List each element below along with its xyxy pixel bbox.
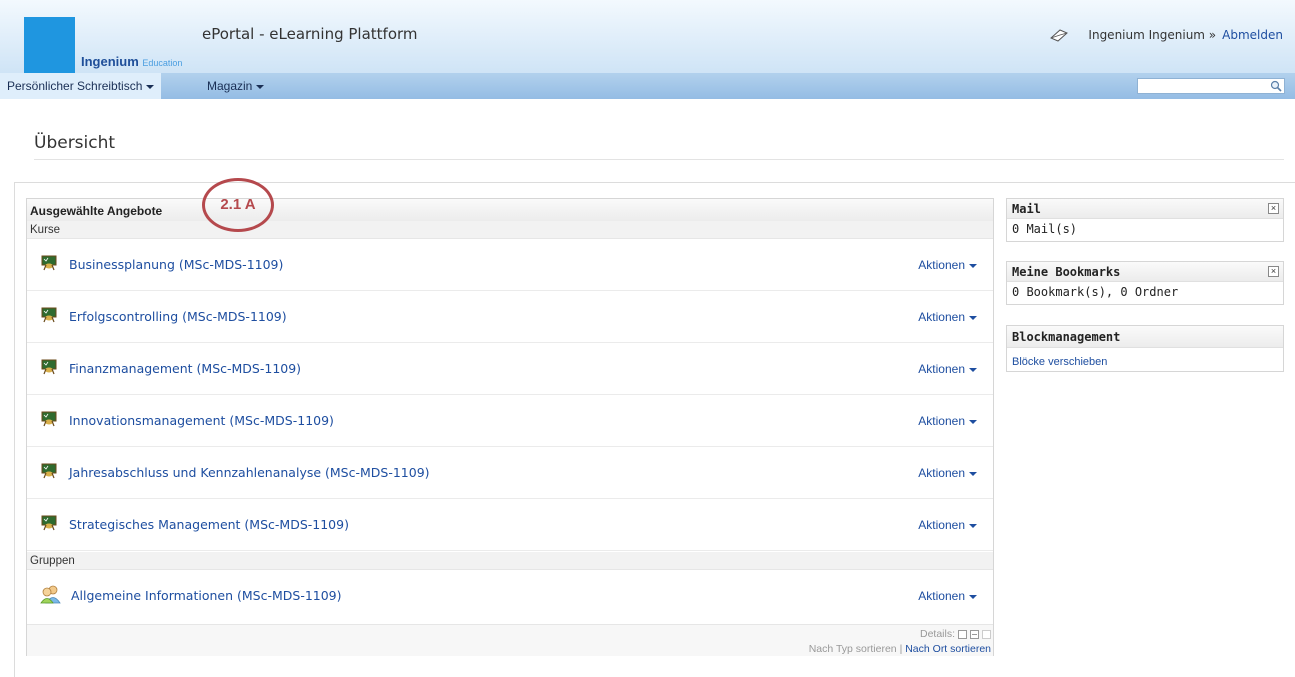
chevron-down-icon	[969, 419, 977, 424]
search-input[interactable]	[1138, 80, 1272, 94]
annotation-label: 2.1 A	[220, 196, 256, 213]
course-icon	[41, 411, 57, 427]
chevron-down-icon	[969, 367, 977, 372]
bookmarks-count: 0 Bookmark(s), 0 Ordner	[1012, 285, 1179, 299]
course-link[interactable]: Jahresabschluss und Kennzahlenanalyse (M…	[69, 465, 430, 480]
actions-dropdown[interactable]: Aktionen	[918, 310, 977, 324]
sort-by-type[interactable]: Nach Typ sortieren |	[809, 643, 903, 655]
bookmarks-block: Meine Bookmarks × 0 Bookmark(s), 0 Ordne…	[1006, 261, 1284, 305]
logo-text: Ingenium Education	[81, 54, 182, 69]
logo-brand: Ingenium	[81, 54, 139, 69]
block-management-title: Blockmanagement	[1012, 330, 1121, 344]
logo-sub: Education	[142, 58, 183, 68]
chevron-down-icon	[969, 523, 977, 528]
course-icon	[41, 307, 57, 323]
logout-link[interactable]: Abmelden	[1222, 28, 1283, 42]
page-title: Übersicht	[34, 133, 116, 153]
user-name: Ingenium Ingenium »	[1088, 28, 1217, 42]
actions-dropdown[interactable]: Aktionen	[918, 362, 977, 376]
mail-count: 0 Mail(s)	[1012, 222, 1078, 236]
chevron-down-icon	[969, 594, 977, 599]
actions-dropdown[interactable]: Aktionen	[918, 258, 977, 272]
actions-label: Aktionen	[918, 589, 965, 603]
details-label: Details:	[919, 628, 955, 640]
view-minimal-icon[interactable]	[958, 629, 967, 639]
mail-block-title: Mail	[1012, 202, 1041, 216]
close-icon[interactable]: ×	[1268, 266, 1279, 277]
actions-dropdown[interactable]: Aktionen	[918, 518, 977, 532]
main-menu: Persönlicher Schreibtisch Magazin	[0, 73, 1295, 99]
actions-label: Aktionen	[918, 310, 965, 324]
course-icon	[41, 359, 57, 375]
group-link[interactable]: Allgemeine Informationen (MSc-MDS-1109)	[71, 588, 342, 603]
menu-magazin-label: Magazin	[207, 79, 253, 93]
course-link[interactable]: Erfolgscontrolling (MSc-MDS-1109)	[69, 309, 287, 324]
details-switcher: Details:	[920, 628, 991, 640]
course-row: Finanzmanagement (MSc-MDS-1109) Aktionen	[27, 343, 993, 395]
actions-label: Aktionen	[918, 258, 965, 272]
course-link[interactable]: Innovationsmanagement (MSc-MDS-1109)	[69, 413, 334, 428]
actions-dropdown[interactable]: Aktionen	[918, 414, 977, 428]
bookmarks-block-header: Meine Bookmarks ×	[1007, 262, 1283, 282]
bookmarks-block-title: Meine Bookmarks	[1012, 265, 1121, 279]
move-blocks-link[interactable]: Blöcke verschieben	[1012, 356, 1107, 368]
group-row: Allgemeine Informationen (MSc-MDS-1109) …	[27, 570, 993, 624]
selected-offers-block: Ausgewählte Angebote Kurse Businessplanu…	[26, 198, 994, 656]
header: Ingenium Education ePortal - eLearning P…	[0, 0, 1295, 73]
mail-icon[interactable]	[1048, 28, 1070, 42]
block-management-header: Blockmanagement	[1007, 326, 1283, 348]
search-icon[interactable]	[1270, 80, 1282, 92]
course-icon	[41, 463, 57, 479]
actions-label: Aktionen	[918, 518, 965, 532]
chevron-down-icon	[146, 84, 155, 89]
actions-dropdown[interactable]: Aktionen	[918, 589, 977, 603]
course-icon	[41, 255, 57, 271]
actions-label: Aktionen	[918, 362, 965, 376]
actions-label: Aktionen	[918, 414, 965, 428]
annotation-circle: 2.1 A	[202, 178, 274, 232]
chevron-down-icon	[969, 263, 977, 268]
sort-by-location-link[interactable]: Nach Ort sortieren	[905, 643, 991, 655]
course-link[interactable]: Strategisches Management (MSc-MDS-1109)	[69, 517, 349, 532]
group-icon	[40, 585, 61, 604]
course-link[interactable]: Finanzmanagement (MSc-MDS-1109)	[69, 361, 301, 376]
app-title: ePortal - eLearning Plattform	[202, 25, 418, 43]
course-icon	[41, 515, 57, 531]
logo[interactable]: Ingenium Education	[24, 17, 182, 73]
search-box	[1137, 78, 1285, 94]
menu-personal-desk[interactable]: Persönlicher Schreibtisch	[0, 73, 162, 99]
block-title: Ausgewählte Angebote	[30, 204, 163, 218]
course-row: Strategisches Management (MSc-MDS-1109) …	[27, 499, 993, 551]
sort-options: Nach Typ sortieren | Nach Ort sortieren	[809, 643, 991, 655]
view-standard-icon[interactable]	[970, 629, 979, 639]
logo-square	[24, 17, 75, 73]
chevron-down-icon	[969, 315, 977, 320]
mail-block-header: Mail ×	[1007, 199, 1283, 219]
view-full-icon[interactable]	[982, 629, 991, 639]
section-groups: Gruppen	[27, 552, 993, 570]
menu-personal-desk-label: Persönlicher Schreibtisch	[7, 79, 143, 93]
actions-dropdown[interactable]: Aktionen	[918, 466, 977, 480]
menu-magazin[interactable]: Magazin	[200, 73, 271, 99]
actions-label: Aktionen	[918, 466, 965, 480]
close-icon[interactable]: ×	[1268, 203, 1279, 214]
course-row: Businessplanung (MSc-MDS-1109) Aktionen	[27, 239, 993, 291]
block-management-body: Blöcke verschieben	[1007, 348, 1283, 371]
block-header: Ausgewählte Angebote	[27, 199, 993, 222]
title-divider	[34, 159, 1284, 160]
course-row: Erfolgscontrolling (MSc-MDS-1109) Aktion…	[27, 291, 993, 343]
block-footer: Details: Nach Typ sortieren | Nach Ort s…	[27, 624, 993, 656]
course-link[interactable]: Businessplanung (MSc-MDS-1109)	[69, 257, 283, 272]
mail-block: Mail × 0 Mail(s)	[1006, 198, 1284, 242]
section-courses: Kurse	[27, 221, 993, 239]
user-area: Ingenium Ingenium » Abmelden	[1048, 28, 1283, 42]
chevron-down-icon	[256, 84, 265, 89]
course-row: Jahresabschluss und Kennzahlenanalyse (M…	[27, 447, 993, 499]
chevron-down-icon	[969, 471, 977, 476]
block-management-block: Blockmanagement Blöcke verschieben	[1006, 325, 1284, 372]
course-row: Innovationsmanagement (MSc-MDS-1109) Akt…	[27, 395, 993, 447]
